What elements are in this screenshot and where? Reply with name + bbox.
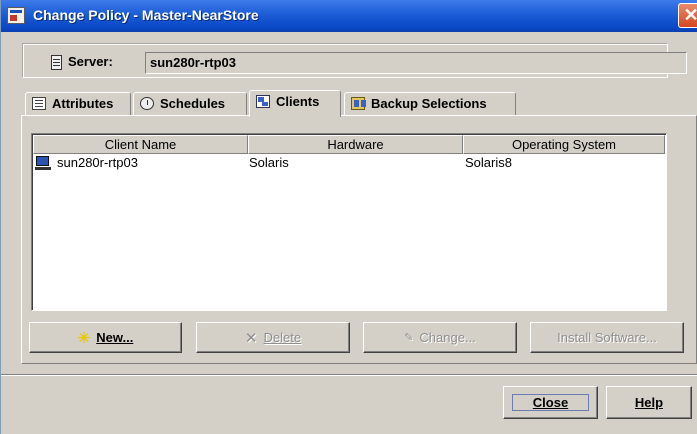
window-title: Change Policy - Master-NearStore xyxy=(33,7,259,23)
close-button[interactable]: Close xyxy=(503,386,598,419)
window-close-button[interactable]: ✕ xyxy=(678,3,697,28)
footer-separator xyxy=(1,374,697,376)
attributes-icon xyxy=(32,97,46,110)
server-label: Server: xyxy=(68,54,113,69)
server-icon xyxy=(51,55,62,70)
change-button[interactable]: ✎ Change... xyxy=(363,322,517,353)
column-header-client-name[interactable]: Client Name xyxy=(33,135,248,154)
server-field[interactable]: sun280r-rtp03 xyxy=(145,52,687,74)
clients-icon xyxy=(256,95,270,108)
schedules-icon xyxy=(140,97,154,110)
client-name-cell: sun280r-rtp03 xyxy=(57,155,138,170)
clients-table: Client Name Hardware Operating System su… xyxy=(31,133,667,311)
delete-button-label: Delete xyxy=(263,330,302,345)
change-icon: ✎ xyxy=(404,332,414,344)
hardware-cell: Solaris xyxy=(249,155,289,170)
change-policy-dialog: Change Policy - Master-NearStore ✕ Serve… xyxy=(0,0,697,434)
tab-clients-label: Clients xyxy=(276,94,320,109)
column-header-hardware[interactable]: Hardware xyxy=(248,135,463,154)
computer-icon xyxy=(35,156,51,171)
server-panel: Server: sun280r-rtp03 xyxy=(22,43,687,78)
backup-selections-icon xyxy=(351,97,366,110)
change-button-label: Change... xyxy=(419,330,476,345)
new-button-label: New... xyxy=(96,330,134,345)
tab-schedules[interactable]: Schedules xyxy=(133,92,247,115)
help-button[interactable]: Help xyxy=(606,386,692,419)
delete-icon: ✕ xyxy=(244,329,258,347)
tab-attributes[interactable]: Attributes xyxy=(25,92,131,115)
install-software-button-label: Install Software... xyxy=(557,330,657,345)
new-button[interactable]: ✳ New... xyxy=(29,322,182,353)
tab-backup-selections[interactable]: Backup Selections xyxy=(344,92,516,115)
column-header-operating-system[interactable]: Operating System xyxy=(463,135,665,154)
tab-schedules-label: Schedules xyxy=(160,96,226,111)
tab-clients[interactable]: Clients xyxy=(249,90,341,117)
tab-attributes-label: Attributes xyxy=(52,96,114,111)
close-button-label: Close xyxy=(532,395,569,410)
title-bar[interactable]: Change Policy - Master-NearStore ✕ xyxy=(1,0,697,32)
help-button-label: Help xyxy=(634,395,664,410)
operating-system-cell: Solaris8 xyxy=(465,155,512,170)
delete-button[interactable]: ✕ Delete xyxy=(196,322,350,353)
new-icon: ✳ xyxy=(77,329,91,347)
policy-window-icon xyxy=(7,7,25,24)
tab-backup-selections-label: Backup Selections xyxy=(371,96,487,111)
install-software-button[interactable]: Install Software... xyxy=(530,322,684,353)
